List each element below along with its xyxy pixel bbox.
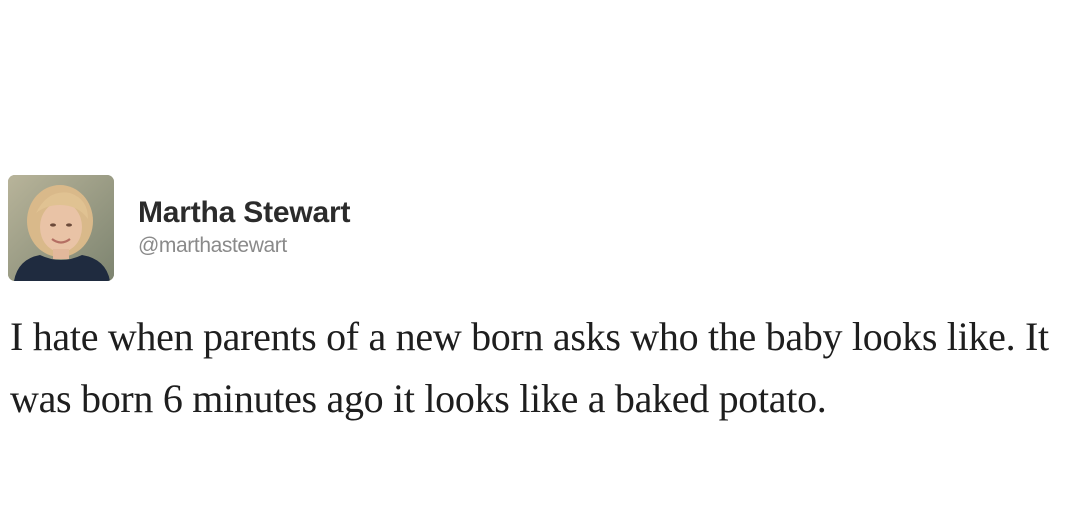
author-handle[interactable]: @marthastewart xyxy=(138,233,350,259)
tweet-screenshot: Martha Stewart @marthastewart I hate whe… xyxy=(0,0,1078,510)
profile-photo-icon xyxy=(8,175,114,281)
tweet-text: I hate when parents of a new born asks w… xyxy=(10,314,1049,421)
author-display-name[interactable]: Martha Stewart xyxy=(138,195,350,231)
author-names: Martha Stewart @marthastewart xyxy=(138,175,350,259)
tweet-header: Martha Stewart @marthastewart xyxy=(8,175,350,281)
avatar[interactable] xyxy=(8,175,114,281)
